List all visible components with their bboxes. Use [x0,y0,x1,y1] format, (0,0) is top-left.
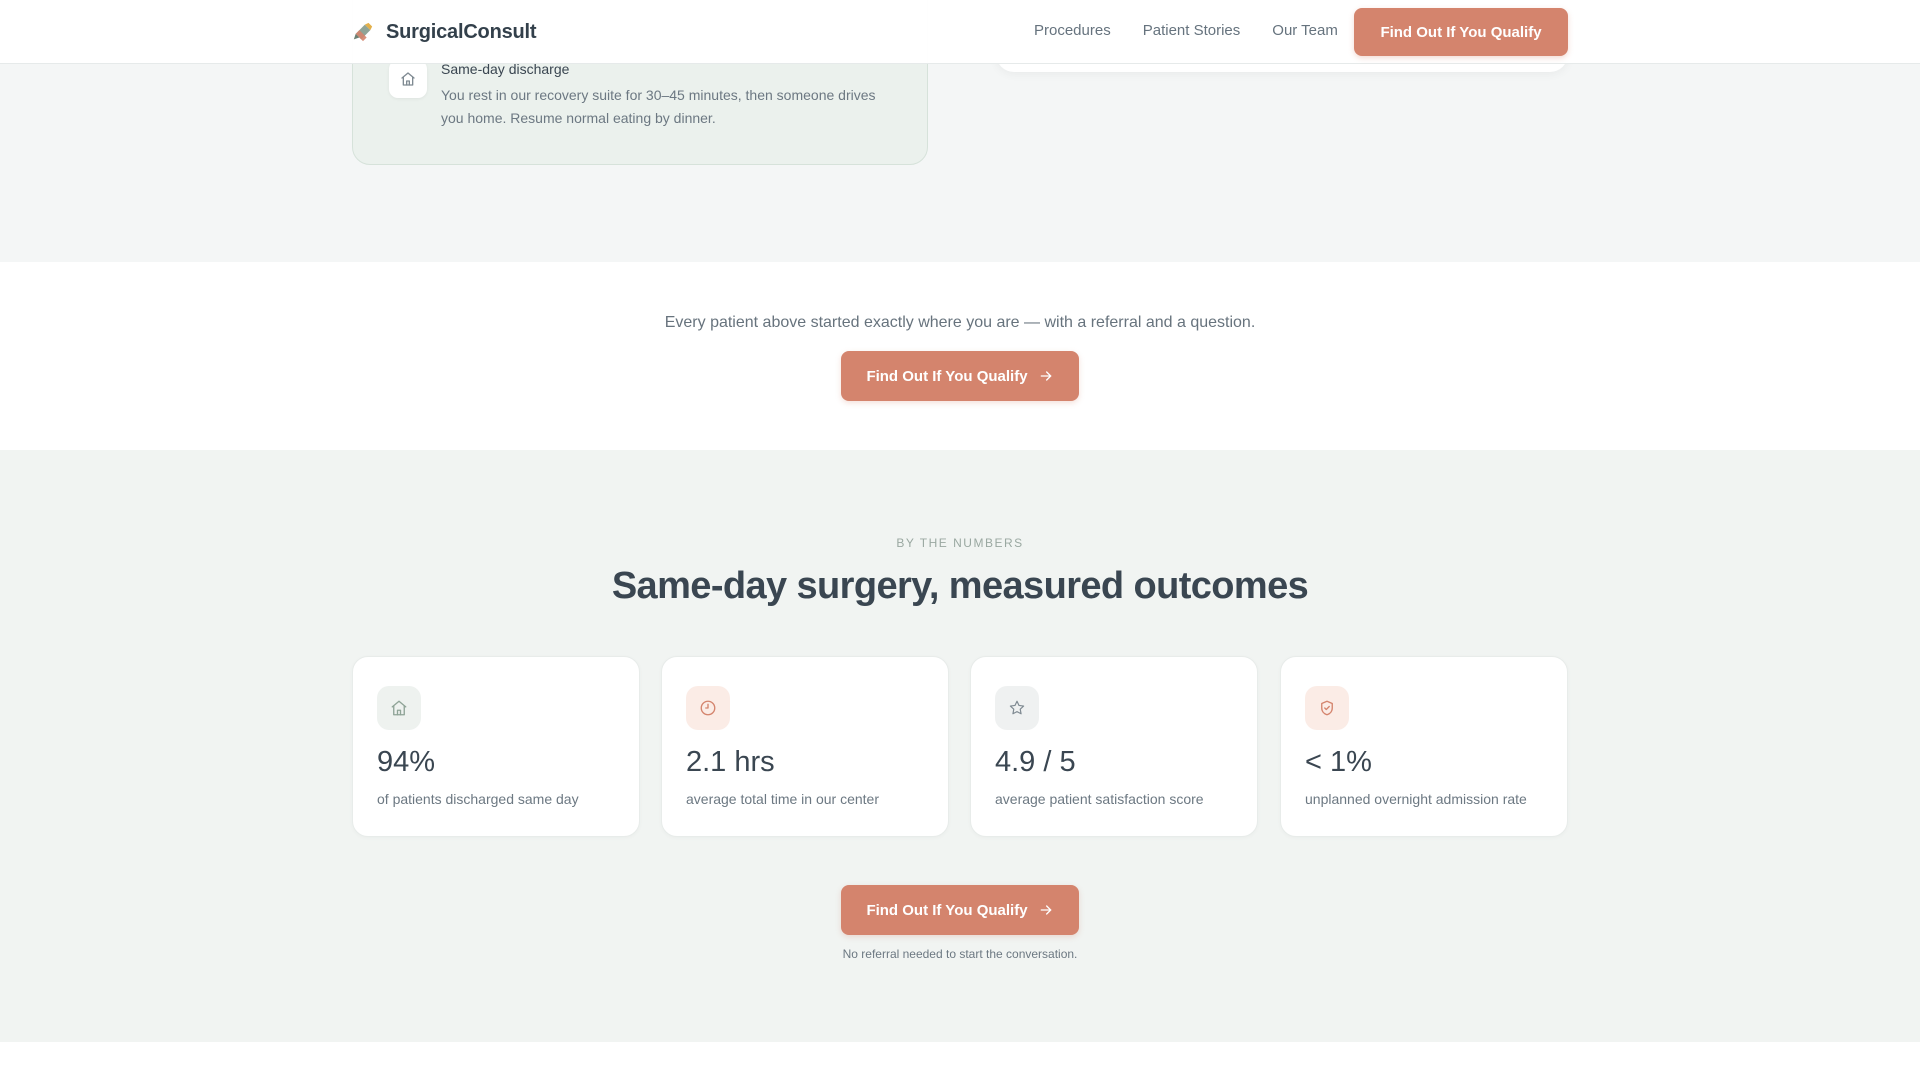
numbers-section: BY THE NUMBERS Same-day surgery, measure… [0,450,1920,1042]
stat-label: of patients discharged same day [377,791,579,807]
referral-section: Every patient above started exactly wher… [0,262,1920,450]
button-label: Find Out If You Qualify [866,901,1028,919]
shield-check-icon [1305,686,1349,730]
top-navigation: SurgicalConsult Procedures Patient Stori… [0,0,1920,64]
button-label: Find Out If You Qualify [866,367,1028,385]
logo-icon [353,22,373,42]
stat-card-satisfaction: 4.9 / 5 average patient satisfaction sco… [970,656,1258,837]
nav-link-procedures[interactable]: Procedures [1034,22,1111,39]
brand[interactable]: SurgicalConsult [352,18,537,46]
arrow-right-icon [1040,905,1051,915]
card-description: You rest in our recovery suite for 30–45… [441,87,876,126]
referral-note: No referral needed to start the conversa… [842,947,1078,961]
brand-name: SurgicalConsult [386,20,537,43]
stat-label: average patient satisfaction score [995,791,1204,807]
clock-icon [686,686,730,730]
next-section [0,1042,1920,1080]
section-eyebrow: BY THE NUMBERS [896,536,1024,550]
referral-text: Every patient above started exactly wher… [664,314,1256,331]
home-icon [389,60,427,98]
stat-card-discharge: 94% of patients discharged same day [352,656,640,837]
stat-label: unplanned overnight admission rate [1305,791,1527,807]
home-icon [377,686,421,730]
numbers-qualify-button[interactable]: Find Out If You Qualify [841,885,1079,935]
nav-link-patient-stories[interactable]: Patient Stories [1143,22,1241,39]
nav-qualify-button[interactable]: Find Out If You Qualify [1354,8,1568,56]
stat-label: average total time in our center [686,791,879,807]
referral-qualify-button[interactable]: Find Out If You Qualify [841,351,1079,401]
stat-value: 94% [377,746,436,778]
stat-card-time: 2.1 hrs average total time in our center [661,656,949,837]
star-icon [995,686,1039,730]
stat-value: < 1% [1305,746,1372,778]
arrow-right-icon [1040,371,1051,381]
nav-links: Procedures Patient Stories Our Team [1034,22,1338,39]
stat-value: 4.9 / 5 [995,746,1076,778]
section-heading: Same-day surgery, measured outcomes [611,565,1309,607]
stat-card-admission: < 1% unplanned overnight admission rate [1280,656,1568,837]
nav-link-our-team[interactable]: Our Team [1272,22,1338,39]
stat-value: 2.1 hrs [686,746,775,778]
